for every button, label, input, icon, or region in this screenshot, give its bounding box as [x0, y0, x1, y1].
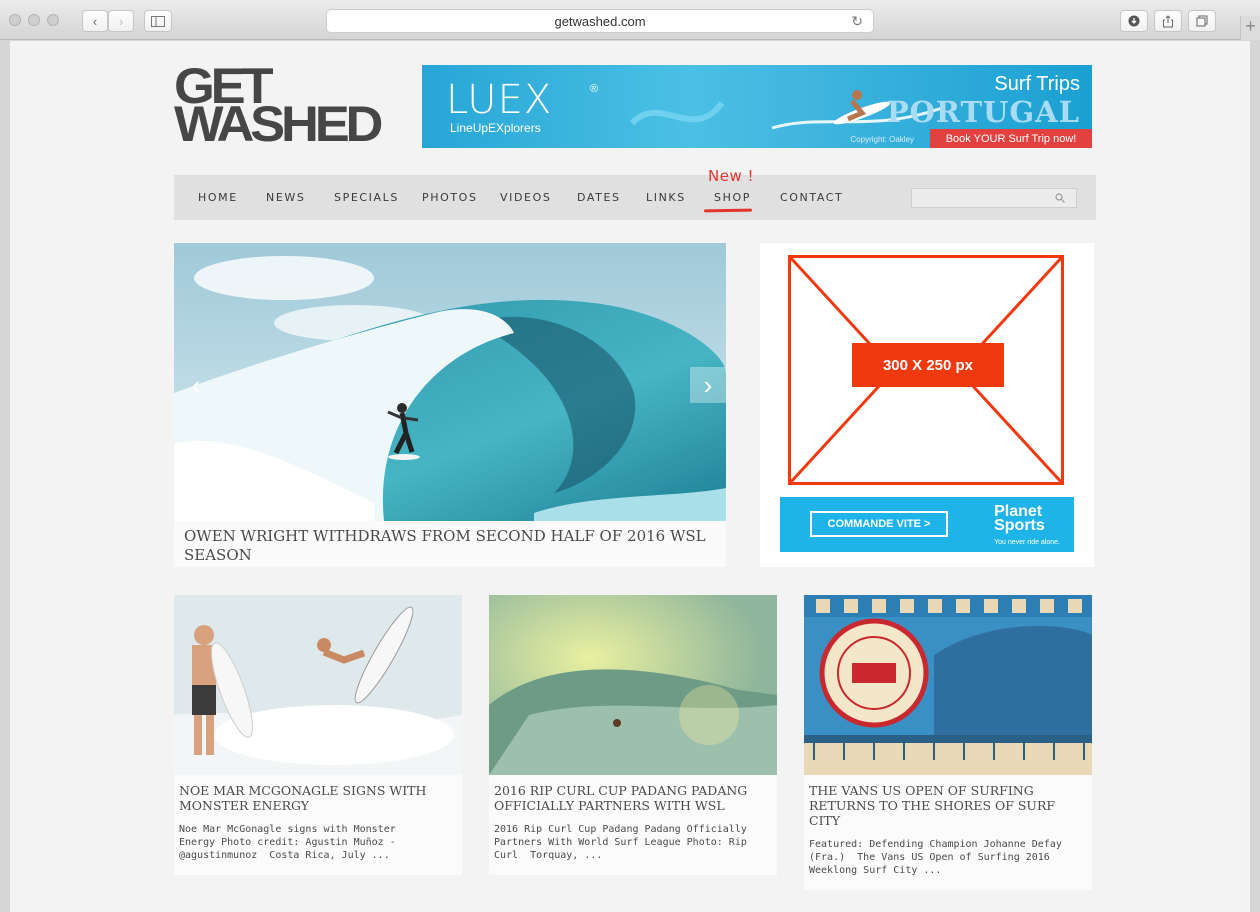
padang-wave-photo: [489, 595, 777, 775]
banner-brand: LUEX: [446, 77, 553, 123]
plus-icon: +: [1245, 16, 1256, 36]
planet-sports-banner[interactable]: COMMANDE VITE > Planet Sports You never …: [780, 497, 1074, 552]
book-surf-trip-button[interactable]: Book YOUR Surf Trip now!: [930, 129, 1092, 148]
nav-links[interactable]: LINKS: [646, 191, 686, 204]
reload-icon[interactable]: ↻: [851, 13, 863, 30]
featured-caption[interactable]: OWEN WRIGHT WITHDRAWS FROM SECOND HALF O…: [184, 527, 724, 565]
chevron-right-icon: ›: [118, 13, 124, 29]
download-icon: [1128, 15, 1140, 27]
search-input[interactable]: [911, 188, 1077, 208]
nav-dates[interactable]: DATES: [577, 191, 621, 204]
banner-credit: Copyright: Oakley: [850, 135, 914, 144]
vans-us-open-poster: [804, 595, 1092, 775]
sidebar-button[interactable]: [144, 10, 172, 32]
commande-vite-button[interactable]: COMMANDE VITE >: [810, 511, 948, 537]
card-image[interactable]: [489, 595, 777, 775]
nav-contact[interactable]: CONTACT: [780, 191, 843, 204]
nav-photos[interactable]: PHOTOS: [422, 191, 478, 204]
nav-home[interactable]: HOME: [198, 191, 238, 204]
share-icon: [1163, 14, 1173, 27]
banner-brand-sub: LineUpEXplorers: [450, 121, 541, 135]
news-card[interactable]: 2016 RIP CURL CUP PADANG PADANG OFFICIAL…: [489, 595, 777, 875]
share-button[interactable]: [1154, 10, 1182, 32]
forward-button[interactable]: ›: [108, 10, 134, 32]
featured-image[interactable]: ‹ ›: [174, 243, 726, 521]
brand-tagline: You never ride alone.: [994, 539, 1060, 546]
zoom-window-button[interactable]: [47, 14, 59, 26]
planet-sports-logo: Planet Sports You never ride alone.: [994, 504, 1060, 550]
chevron-left-icon: ‹: [191, 369, 201, 400]
minimize-window-button[interactable]: [28, 14, 40, 26]
search-icon[interactable]: [1055, 193, 1065, 203]
chevron-left-icon: ‹: [92, 13, 98, 29]
nav-news[interactable]: NEWS: [266, 191, 305, 204]
address-bar[interactable]: getwashed.com ↻: [326, 9, 874, 33]
new-tab-button[interactable]: +: [1240, 16, 1260, 40]
card-title[interactable]: THE VANS US OPEN OF SURFING RETURNS TO T…: [804, 775, 1092, 828]
news-card[interactable]: NOE MAR MCGONAGLE SIGNS WITH MONSTER ENE…: [174, 595, 462, 875]
nav-videos[interactable]: VIDEOS: [500, 191, 551, 204]
url-text: getwashed.com: [554, 13, 646, 29]
browser-toolbar: ‹ › getwashed.com ↻ +: [0, 0, 1260, 40]
card-title[interactable]: NOE MAR MCGONAGLE SIGNS WITH MONSTER ENE…: [174, 775, 462, 813]
card-image[interactable]: [804, 595, 1092, 775]
card-excerpt: Featured: Defending Champion Johanne Def…: [809, 839, 1062, 876]
card-excerpt: 2016 Rip Curl Cup Padang Padang Official…: [494, 824, 747, 861]
card-image[interactable]: [174, 595, 462, 775]
vans-logo-mark: [852, 663, 896, 683]
tabs-button[interactable]: [1188, 10, 1216, 32]
ad-size-label: 300 X 250 px: [852, 343, 1004, 387]
sidebar-ad[interactable]: 300 X 250 px COMMANDE VITE > Planet Spor…: [760, 243, 1094, 567]
tabs-icon: [1196, 15, 1208, 27]
featured-slider[interactable]: ‹ › OWEN WRIGHT WITHDRAWS FROM SECOND HA…: [174, 243, 726, 567]
chevron-right-icon: ›: [703, 369, 713, 400]
shop-underline: [703, 208, 753, 213]
nav-specials[interactable]: SPECIALS: [334, 191, 399, 204]
site-logo[interactable]: GET WASHED: [174, 61, 396, 152]
wave-photo: [174, 243, 726, 521]
slider-next-button[interactable]: ›: [690, 367, 726, 403]
web-page: GET WASHED LUEX LineUpEXplorers ® Surf T…: [10, 41, 1250, 912]
downloads-button[interactable]: [1120, 10, 1148, 32]
registered-mark: ®: [590, 83, 599, 95]
luex-banner-ad[interactable]: LUEX LineUpEXplorers ® Surf Trips PORTUG…: [422, 65, 1092, 148]
brand-line2: Sports: [994, 517, 1045, 534]
slider-prev-button[interactable]: ‹: [178, 367, 214, 403]
new-badge: New !: [708, 167, 754, 185]
logo-line2: WASHED: [174, 96, 383, 152]
sidebar-icon: [151, 15, 165, 27]
surfers-photo: [174, 595, 462, 775]
card-title[interactable]: 2016 RIP CURL CUP PADANG PADANG OFFICIAL…: [489, 775, 777, 813]
card-excerpt: Noe Mar McGonagle signs with Monster Ene…: [179, 824, 396, 861]
news-card[interactable]: THE VANS US OPEN OF SURFING RETURNS TO T…: [804, 595, 1092, 890]
main-navigation: HOME NEWS SPECIALS PHOTOS VIDEOS DATES L…: [174, 167, 1096, 220]
back-button[interactable]: ‹: [82, 10, 108, 32]
banner-destination: PORTUGAL: [886, 95, 1080, 129]
close-window-button[interactable]: [9, 14, 21, 26]
banner-tagline: Surf Trips: [994, 73, 1080, 95]
nav-shop[interactable]: SHOP: [714, 191, 751, 204]
